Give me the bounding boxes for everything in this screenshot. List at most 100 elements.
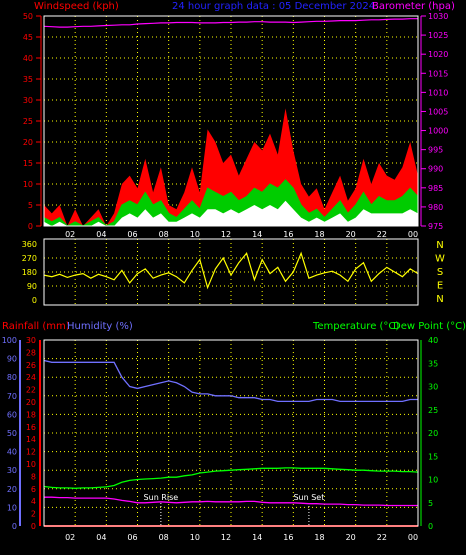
temperature-title: Temperature (°C): [312, 321, 399, 332]
humidity-tick-label: 10: [7, 503, 17, 512]
compass-tick-label: W: [435, 254, 445, 265]
time-tick-label: 16: [283, 230, 293, 239]
weather-graph: Windspeed (kph) 24 hour graph data : 05 …: [0, 0, 466, 555]
humidity-tick-label: 20: [7, 485, 17, 494]
humidity-tick-label: 80: [7, 373, 17, 382]
wind-tick-label: 25: [23, 117, 33, 126]
time-tick-label: 00: [408, 230, 418, 239]
barometer-tick-label: 1015: [428, 69, 448, 78]
sun-marker-label: Sun Set: [293, 493, 324, 502]
rainfall-tick-label: 28: [26, 348, 36, 357]
barometer-tick-label: 990: [428, 165, 443, 174]
time-tick-label: 08: [159, 230, 169, 239]
time-tick-label: 04: [96, 230, 106, 239]
barometer-tick-label: 985: [428, 184, 443, 193]
wind-tick-label: 30: [23, 96, 33, 105]
time-tick-label: 00: [408, 533, 418, 542]
direction-tick-label: 180: [22, 268, 37, 277]
humidity-tick-label: 0: [12, 522, 17, 531]
compass-tick-label: S: [437, 267, 443, 278]
windspeed-title: Windspeed (kph): [34, 1, 119, 12]
time-tick-label: 12: [221, 230, 231, 239]
rainfall-tick-label: 8: [31, 472, 36, 481]
barometer-tick-label: 1000: [428, 127, 448, 136]
compass-tick-label: E: [437, 281, 443, 292]
barometer-tick-label: 1025: [428, 31, 448, 40]
wind-tick-label: 35: [23, 75, 33, 84]
time-tick-label: 14: [252, 230, 262, 239]
rainfall-tick-label: 26: [26, 361, 36, 370]
time-tick-label: 18: [314, 230, 324, 239]
rainfall-tick-label: 22: [26, 386, 36, 395]
time-tick-label: 06: [127, 230, 137, 239]
wind-tick-label: 20: [23, 138, 33, 147]
rainfall-tick-label: 30: [26, 336, 36, 345]
barometer-tick-label: 1030: [428, 12, 448, 21]
compass-tick-label: N: [436, 294, 443, 305]
time-tick-label: 10: [190, 533, 200, 542]
wind-tick-label: 40: [23, 54, 33, 63]
time-tick-label: 02: [65, 230, 75, 239]
time-tick-label: 20: [346, 230, 356, 239]
humidity-tick-label: 100: [2, 336, 17, 345]
rainfall-tick-label: 20: [26, 398, 36, 407]
temperature-tick-label: 40: [428, 336, 438, 345]
humidity-tick-label: 30: [7, 466, 17, 475]
wind-tick-label: 50: [23, 12, 33, 21]
barometer-tick-label: 1020: [428, 50, 448, 59]
direction-tick-label: 0: [32, 296, 37, 305]
temperature-tick-label: 15: [428, 452, 438, 461]
rainfall-tick-label: 4: [31, 497, 36, 506]
dew-point-title: Dew Point (°C): [393, 321, 466, 332]
time-tick-label: 14: [252, 533, 262, 542]
temperature-tick-label: 10: [428, 476, 438, 485]
time-tick-label: 10: [190, 230, 200, 239]
compass-tick-label: N: [436, 240, 443, 251]
time-tick-label: 18: [314, 533, 324, 542]
barometer-tick-label: 975: [428, 222, 443, 231]
barometer-title: Barometer (hpa): [372, 1, 455, 12]
time-tick-label: 22: [377, 533, 387, 542]
rainfall-tick-label: 6: [31, 485, 36, 494]
barometer-tick-label: 995: [428, 146, 443, 155]
wind-tick-label: 5: [28, 201, 33, 210]
barometer-tick-label: 1005: [428, 107, 448, 116]
sun-marker-label: Sun Rise: [144, 493, 179, 502]
rainfall-tick-label: 0: [31, 522, 36, 531]
barometer-tick-label: 1010: [428, 88, 448, 97]
rainfall-tick-label: 24: [26, 373, 36, 382]
humidity-tick-label: 90: [7, 355, 17, 364]
wind-tick-label: 0: [28, 222, 33, 231]
humidity-tick-label: 40: [7, 448, 17, 457]
time-tick-label: 20: [346, 533, 356, 542]
temperature-tick-label: 25: [428, 406, 438, 415]
wind-tick-label: 10: [23, 180, 33, 189]
direction-tick-label: 360: [22, 240, 37, 249]
direction-tick-label: 270: [22, 254, 37, 263]
wind-tick-label: 15: [23, 159, 33, 168]
humidity-tick-label: 60: [7, 410, 17, 419]
time-tick-label: 16: [283, 533, 293, 542]
time-tick-label: 22: [377, 230, 387, 239]
time-tick-label: 06: [127, 533, 137, 542]
time-tick-label: 08: [159, 533, 169, 542]
temperature-tick-label: 35: [428, 359, 438, 368]
temperature-tick-label: 30: [428, 383, 438, 392]
humidity-tick-label: 50: [7, 429, 17, 438]
time-tick-label: 04: [96, 533, 106, 542]
wind-tick-label: 45: [23, 33, 33, 42]
rainfall-tick-label: 2: [31, 510, 36, 519]
barometer-tick-label: 980: [428, 203, 443, 212]
rainfall-tick-label: 14: [26, 435, 36, 444]
temperature-tick-label: 5: [428, 499, 433, 508]
temperature-tick-label: 0: [428, 522, 433, 531]
rainfall-tick-label: 16: [26, 423, 36, 432]
rainfall-tick-label: 10: [26, 460, 36, 469]
rainfall-tick-label: 12: [26, 448, 36, 457]
humidity-tick-label: 70: [7, 392, 17, 401]
humidity-title: Humidity (%): [67, 321, 133, 332]
rainfall-title: Rainfall (mm): [2, 321, 70, 332]
rainfall-tick-label: 18: [26, 410, 36, 419]
temperature-tick-label: 20: [428, 429, 438, 438]
time-tick-label: 02: [65, 533, 75, 542]
